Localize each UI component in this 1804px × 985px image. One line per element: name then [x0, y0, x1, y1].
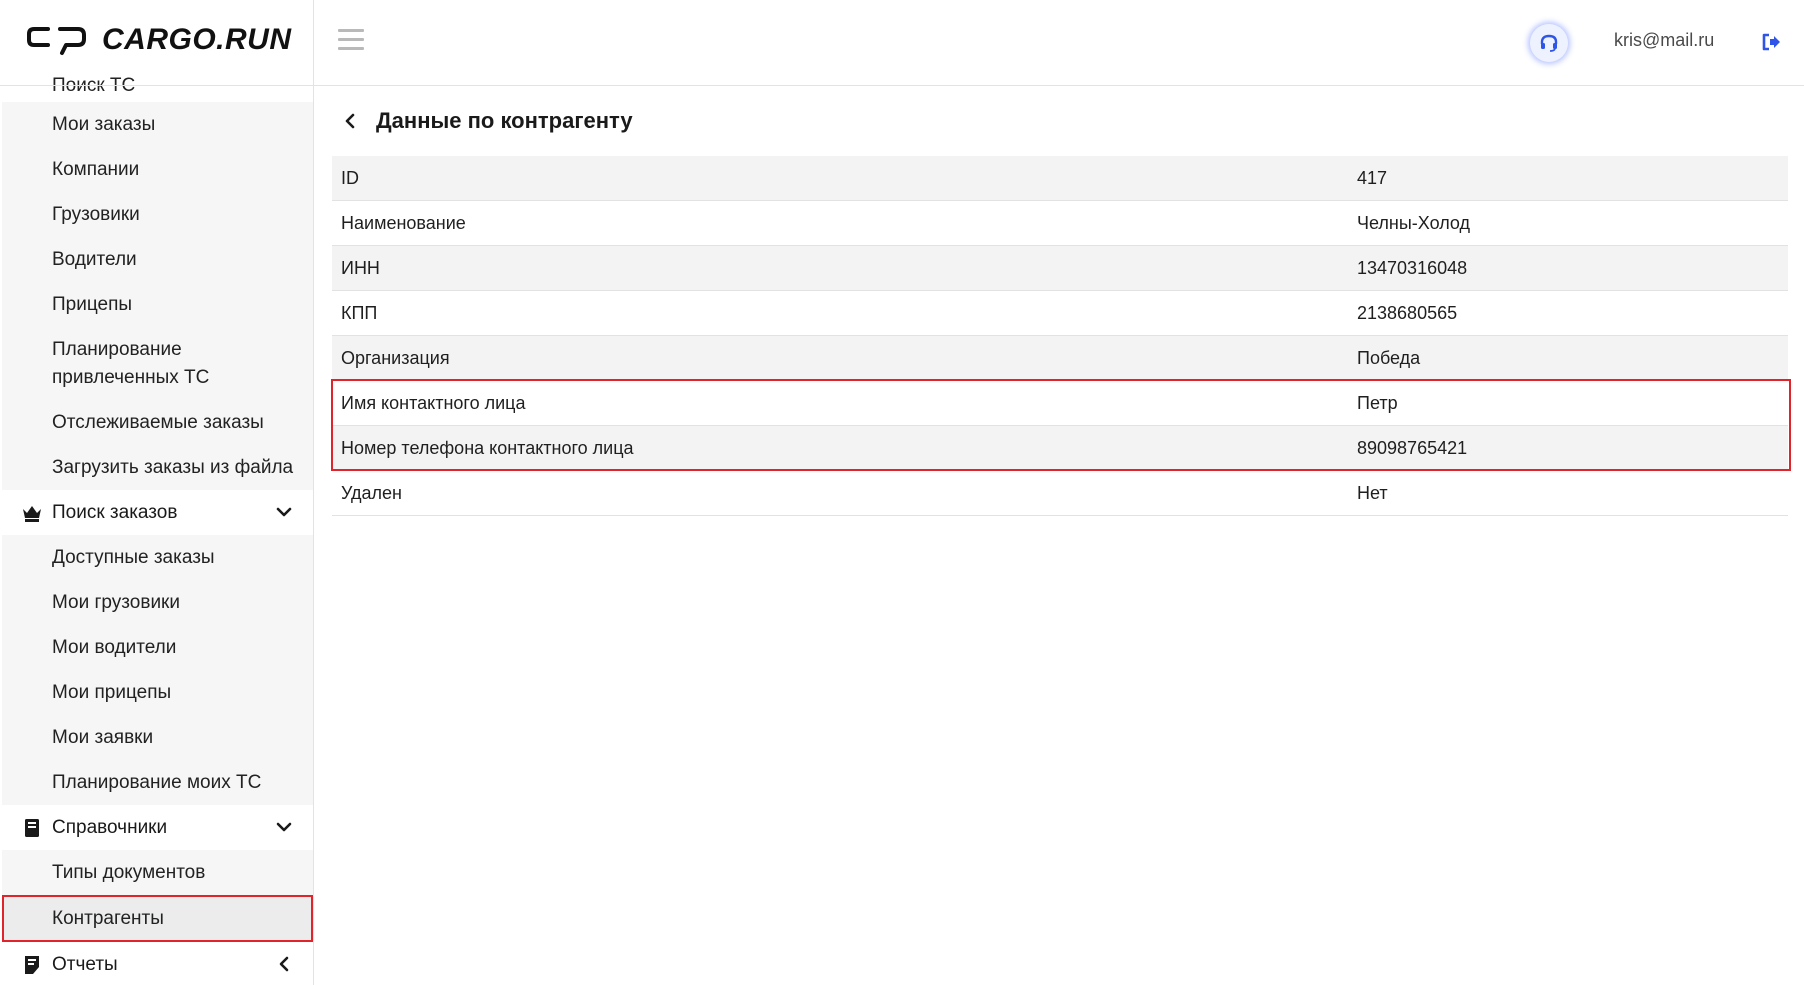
book-icon [20, 816, 44, 840]
sidebar-subblock-orders: Доступные заказы Мои грузовики Мои водит… [2, 535, 313, 805]
field-value: 417 [1357, 167, 1388, 188]
sidebar-item-trucks[interactable]: Грузовики [2, 192, 313, 237]
sidebar-header-divider [0, 85, 314, 86]
user-email[interactable]: kris@mail.ru [1614, 30, 1714, 51]
sidebar-item-my-requests[interactable]: Мои заявки [2, 715, 313, 760]
sidebar-item-companies[interactable]: Компании [2, 147, 313, 192]
field-value: 13470316048 [1357, 257, 1468, 278]
sidebar-item-available-orders[interactable]: Доступные заказы [2, 535, 313, 580]
details-table: ID 417 Наименование Челны-Холод ИНН 1347… [332, 156, 1788, 516]
table-row: Наименование Челны-Холод [332, 201, 1788, 246]
report-icon [20, 953, 44, 977]
field-value: 2138680565 [1357, 302, 1458, 323]
support-headset-icon[interactable] [1530, 24, 1568, 62]
field-label: ID [341, 167, 359, 188]
brand-logo[interactable]: CARGO.RUN [26, 20, 292, 60]
table-row: КПП 2138680565 [332, 291, 1788, 336]
field-value: 89098765421 [1357, 437, 1468, 458]
field-label: КПП [341, 302, 378, 323]
sidebar-item-my-trucks[interactable]: Мои грузовики [2, 580, 313, 625]
chevron-left-icon [273, 953, 295, 975]
sidebar-item-document-types[interactable]: Типы документов [2, 850, 313, 895]
table-row: Номер телефона контактного лица 89098765… [332, 426, 1788, 471]
table-row: Организация Победа [332, 336, 1788, 381]
logout-icon[interactable] [1760, 31, 1782, 53]
field-value: Победа [1357, 347, 1421, 368]
sidebar-subblock-vehicles: Мои заказы Компании Грузовики Водители П… [2, 102, 313, 490]
top-bar: kris@mail.ru [314, 0, 1804, 86]
chevron-down-icon [273, 501, 295, 523]
logo-mark-icon [27, 27, 86, 55]
field-label: Имя контактного лица [341, 392, 526, 413]
sidebar-item-label: Планирование привлеченных ТС [52, 338, 210, 388]
sidebar-item-label: Поиск ТС [52, 75, 136, 96]
menu-toggle-icon[interactable] [338, 29, 364, 51]
sidebar-subblock-references: Типы документов Контрагенты [2, 850, 313, 942]
table-row: ИНН 13470316048 [332, 246, 1788, 291]
sidebar-item-my-orders[interactable]: Мои заказы [2, 102, 313, 147]
table-row: ID 417 [332, 156, 1788, 201]
sidebar-item-my-trailers[interactable]: Мои прицепы [2, 670, 313, 715]
sidebar-item-counterparties[interactable]: Контрагенты [2, 895, 313, 942]
field-label: Удален [341, 482, 402, 503]
field-label: Номер телефона контактного лица [341, 437, 634, 458]
sidebar: Поиск ТС Мои заказы Компании Грузовики В… [0, 0, 314, 985]
field-label: Организация [341, 347, 450, 368]
field-value: Нет [1357, 482, 1388, 503]
sidebar-item-attracted-planning[interactable]: Планирование привлеченных ТС [2, 327, 313, 400]
page-title: Данные по контрагенту [376, 108, 633, 133]
sidebar-item-upload-orders[interactable]: Загрузить заказы из файла [2, 445, 313, 490]
field-value: Петр [1357, 392, 1398, 413]
sidebar-item-trailers[interactable]: Прицепы [2, 282, 313, 327]
sidebar-item-my-planning[interactable]: Планирование моих ТС [2, 760, 313, 805]
field-label: ИНН [341, 257, 380, 278]
sidebar-item-vehicle-search[interactable]: Поиск ТС [0, 62, 313, 102]
sidebar-item-drivers[interactable]: Водители [2, 237, 313, 282]
sidebar-group-label: Справочники [52, 816, 168, 838]
sidebar-group-label: Отчеты [52, 953, 118, 975]
crown-icon [20, 501, 44, 525]
field-value: Челны-Холод [1357, 212, 1471, 233]
sidebar-group-references[interactable]: Справочники [0, 805, 313, 850]
table-row: Удален Нет [332, 471, 1788, 516]
back-arrow-icon[interactable] [340, 111, 360, 131]
sidebar-item-tracked-orders[interactable]: Отслеживаемые заказы [2, 400, 313, 445]
field-label: Наименование [341, 212, 466, 233]
chevron-down-icon [273, 816, 295, 838]
sidebar-group-label: Поиск заказов [52, 501, 178, 523]
brand-name: CARGO.RUN [102, 23, 292, 56]
sidebar-item-my-drivers[interactable]: Мои водители [2, 625, 313, 670]
page-header: Данные по контрагенту [340, 108, 633, 134]
sidebar-group-reports[interactable]: Отчеты [0, 942, 313, 985]
sidebar-menu: Поиск ТС Мои заказы Компании Грузовики В… [0, 62, 313, 985]
sidebar-group-order-search[interactable]: Поиск заказов [0, 490, 313, 535]
table-row: Имя контактного лица Петр [332, 381, 1788, 426]
